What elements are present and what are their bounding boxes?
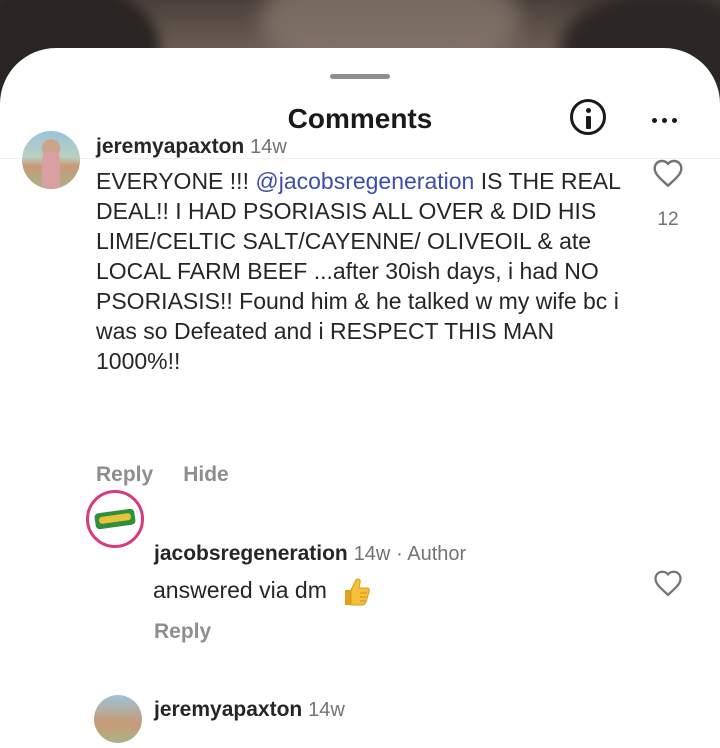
thumbs-up-emoji-icon <box>345 578 371 606</box>
avatar-jeremyapaxton[interactable] <box>22 131 80 189</box>
timestamp: 14w <box>353 543 391 565</box>
username[interactable]: jeremyapaxton <box>96 135 244 158</box>
comment-text-rest: IS THE REAL DEAL!! I HAD PSORIASIS ALL O… <box>96 168 621 374</box>
hide-button[interactable]: Hide <box>183 463 229 487</box>
reply-button[interactable]: Reply <box>154 620 211 644</box>
reply-text: answered via dm <box>153 577 327 604</box>
reply-actions: Reply <box>154 620 211 644</box>
avatar-jeremyapaxton[interactable] <box>94 695 142 743</box>
heart-icon[interactable] <box>652 158 684 188</box>
mention-link[interactable]: @jacobsregeneration <box>255 168 474 194</box>
more-options-icon[interactable] <box>652 118 677 123</box>
username[interactable]: jacobsregeneration <box>154 542 348 565</box>
drag-handle[interactable] <box>330 74 390 79</box>
username[interactable]: jeremyapaxton <box>154 698 302 721</box>
author-label: · Author <box>396 543 467 565</box>
info-icon[interactable] <box>570 99 606 135</box>
comment-text-start: EVERYONE !!! <box>96 168 256 194</box>
like-count: 12 <box>657 209 679 230</box>
sheet-title: Comments <box>287 103 433 134</box>
timestamp: 14w <box>308 699 345 721</box>
comment-text: EVERYONE !!! @jacobsregeneration IS THE … <box>96 166 626 376</box>
avatar-jacobsregeneration[interactable] <box>86 490 144 548</box>
heart-icon[interactable] <box>653 569 683 597</box>
reply-header: jacobsregeneration 14w · Author <box>154 542 466 566</box>
reply-header: jeremyapaxton 14w <box>154 698 345 722</box>
reply-text-row: answered via dm <box>153 575 373 609</box>
timestamp: 14w <box>250 136 287 158</box>
reply-button[interactable]: Reply <box>96 463 153 487</box>
comment-header: jeremyapaxton 14w <box>96 135 287 159</box>
comment-actions: Reply Hide <box>96 463 229 487</box>
